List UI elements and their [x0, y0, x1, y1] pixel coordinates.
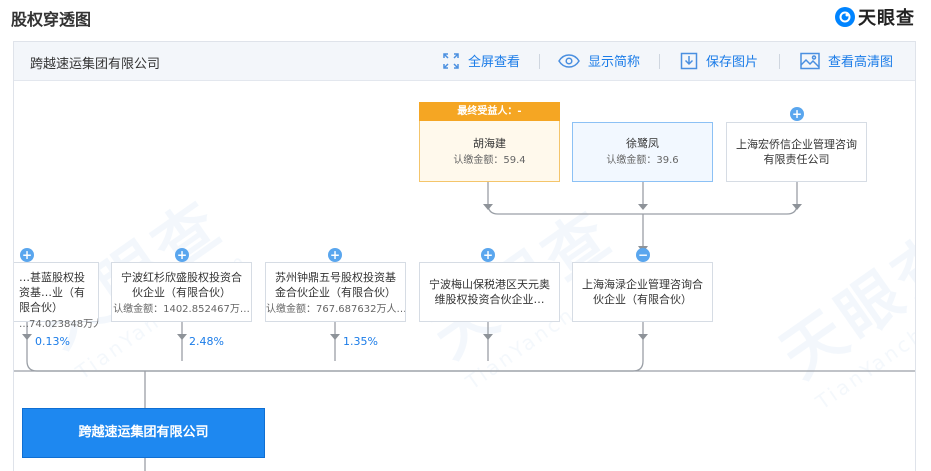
shareholder-card[interactable]: …甚蓝股权投资基…业（有限合伙） …74.023848万人… — [14, 262, 99, 330]
shareholder-name: 宁波红杉欣盛股权投资合伙企业（有限合伙） — [121, 271, 242, 299]
share-percentage: 1.35% — [343, 335, 378, 348]
share-percentage: 0.13% — [35, 335, 70, 348]
shareholder-card[interactable]: 上海海渌企业管理咨询合伙企业（有限合伙） — [572, 262, 713, 322]
show-brief-button[interactable]: 显示简称 — [558, 51, 640, 70]
image-icon — [800, 52, 820, 69]
expand-icon[interactable]: + — [790, 107, 804, 121]
chart-canvas[interactable]: 天眼查 TianYancha.com 天眼查 TianYancha.com 天眼… — [14, 82, 915, 471]
eye-icon — [835, 7, 855, 27]
view-hd-button[interactable]: 查看高清图 — [800, 51, 893, 70]
shareholder-name: 宁波梅山保税港区天元奥维股权投资合伙企业… — [429, 278, 550, 306]
divider — [539, 54, 540, 69]
shareholder-card[interactable]: 宁波红杉欣盛股权投资合伙企业（有限合伙） 认缴金额：1402.852467万… — [111, 262, 252, 322]
shareholder-card[interactable]: 苏州钟鼎五号股权投资基金合伙企业（有限合伙） 认缴金额：767.687632万人… — [265, 262, 406, 322]
shareholder-name: 苏州钟鼎五号股权投资基金合伙企业（有限合伙） — [275, 271, 396, 299]
chart-toolbar: 跨越速运集团有限公司 全屏查看 显示简称 保存图片 查看高清图 — [14, 42, 915, 81]
shareholder-card[interactable]: 徐鹭凤 认缴金额：39.6 — [572, 122, 713, 182]
fullscreen-button[interactable]: 全屏查看 — [442, 51, 520, 70]
eye-outline-icon — [558, 53, 580, 68]
subscribed-amount: 认缴金额：767.687632万人… — [266, 304, 405, 315]
expand-icon[interactable]: + — [328, 248, 342, 262]
expand-icon[interactable]: + — [481, 248, 495, 262]
fullscreen-label: 全屏查看 — [468, 55, 521, 70]
shareholder-card[interactable]: 宁波梅山保税港区天元奥维股权投资合伙企业… — [419, 262, 560, 322]
shareholder-card-beneficiary[interactable]: 最终受益人：- 胡海建 认缴金额：59.4 — [419, 102, 560, 182]
expand-icon[interactable]: + — [175, 248, 189, 262]
show-brief-label: 显示简称 — [588, 55, 641, 70]
divider — [779, 54, 780, 69]
subscribed-amount: 认缴金额：39.6 — [606, 155, 679, 166]
collapse-icon[interactable]: − — [636, 248, 650, 262]
shareholder-name: 胡海建 — [473, 137, 506, 150]
shareholder-name: 徐鹭凤 — [626, 137, 659, 150]
subscribed-amount: …74.023848万人… — [19, 319, 98, 330]
shareholder-name: 上海宏侨信企业管理咨询有限责任公司 — [736, 138, 857, 166]
main-company-node[interactable]: 跨越速运集团有限公司 — [22, 408, 265, 458]
equity-chart-page: 股权穿透图 天眼查 跨越速运集团有限公司 全屏查看 显示简称 保存图片 查看高清… — [0, 0, 931, 471]
fullscreen-icon — [443, 52, 459, 69]
divider — [659, 54, 660, 69]
final-beneficiary-badge: 最终受益人：- — [419, 102, 560, 121]
subscribed-amount: 认缴金额：1402.852467万… — [113, 304, 250, 315]
save-image-button[interactable]: 保存图片 — [680, 51, 758, 70]
share-percentage: 2.48% — [189, 335, 224, 348]
shareholder-name: …甚蓝股权投资基…业（有限合伙） — [19, 271, 85, 314]
shareholder-card[interactable]: 上海宏侨信企业管理咨询有限责任公司 — [726, 122, 867, 182]
toolbar-company-name: 跨越速运集团有限公司 — [30, 57, 161, 72]
shareholder-name: 上海海渌企业管理咨询合伙企业（有限合伙） — [582, 278, 703, 306]
chart-panel: 跨越速运集团有限公司 全屏查看 显示简称 保存图片 查看高清图 TianYanc… — [13, 41, 916, 471]
brand-name: 天眼查 — [858, 8, 915, 29]
brand-logo: 天眼查 — [835, 4, 915, 30]
download-icon — [680, 52, 698, 69]
subscribed-amount: 认缴金额：59.4 — [453, 155, 526, 166]
expand-icon[interactable]: + — [20, 248, 34, 262]
save-image-label: 保存图片 — [706, 55, 759, 70]
view-hd-label: 查看高清图 — [828, 55, 894, 70]
page-title: 股权穿透图 — [11, 10, 92, 29]
